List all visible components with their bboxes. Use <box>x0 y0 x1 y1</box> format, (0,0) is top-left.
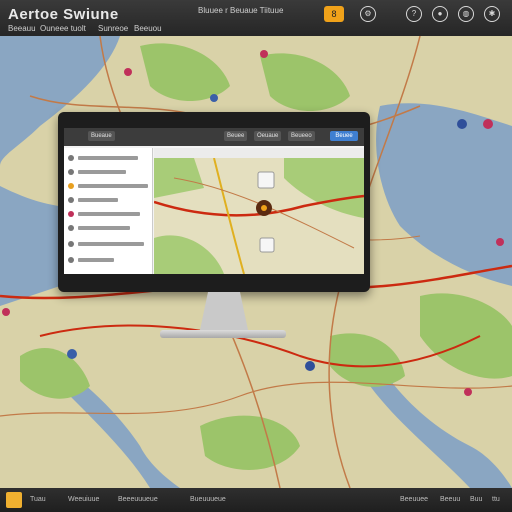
list-item[interactable] <box>68 210 148 218</box>
toolbar-center-text: Bluuee r Beuaue Tiituue <box>198 6 284 15</box>
notification-badge[interactable]: 8 <box>324 6 344 22</box>
screen-tab-1[interactable]: Bueaue <box>88 131 115 141</box>
monitor-base <box>160 330 286 338</box>
toolbar-link-3[interactable]: Sunreoe <box>98 24 128 33</box>
pin-icon <box>68 257 74 263</box>
bottom-item-2[interactable]: Weeuiuue <box>68 496 99 503</box>
pin-icon <box>68 241 74 247</box>
bottom-item-7[interactable]: Buu <box>470 496 482 503</box>
bottom-item-1[interactable]: Tuau <box>30 496 46 503</box>
settings-icon[interactable]: ✱ <box>484 6 500 22</box>
list-item[interactable] <box>68 182 148 190</box>
pin-icon <box>68 225 74 231</box>
pin-icon <box>68 183 74 189</box>
folder-icon[interactable] <box>6 492 22 508</box>
result-list <box>64 148 153 274</box>
toolbar-link-2[interactable]: Ouneee tuolt <box>40 24 86 33</box>
screen-map[interactable] <box>154 158 364 274</box>
bottom-item-5[interactable]: Beeuuee <box>400 496 428 503</box>
list-item[interactable] <box>68 196 148 204</box>
monitor-stand <box>200 292 248 330</box>
screen-tab-2[interactable]: Beuee <box>224 131 248 141</box>
list-item[interactable] <box>68 224 148 232</box>
pin-icon <box>68 155 74 161</box>
globe-icon[interactable]: ◍ <box>458 6 474 22</box>
list-item[interactable] <box>68 154 148 162</box>
pin-icon <box>68 197 74 203</box>
toolbar-link-4[interactable]: Beeuou <box>134 24 162 33</box>
gear-icon[interactable]: ⚙ <box>360 6 376 22</box>
app-title: Aertoe Swiune <box>8 6 119 23</box>
screen-action-button[interactable]: Beuee <box>330 131 358 141</box>
bottom-item-3[interactable]: Beeeuuueue <box>118 496 158 503</box>
bottom-item-4[interactable]: Bueuuueue <box>190 496 226 503</box>
bottom-item-8[interactable]: ttu <box>492 496 500 503</box>
list-item[interactable] <box>68 240 148 248</box>
screen-tab-4[interactable]: Beueeo <box>288 131 315 141</box>
pin-icon <box>68 169 74 175</box>
list-item[interactable] <box>68 256 148 264</box>
list-item[interactable] <box>68 168 148 176</box>
pin-icon <box>68 211 74 217</box>
bottom-item-6[interactable]: Beeuu <box>440 496 460 503</box>
user-icon[interactable]: ● <box>432 6 448 22</box>
screen-tab-3[interactable]: Oeuaue <box>254 131 282 141</box>
toolbar-link-1[interactable]: Beeauu <box>8 24 36 33</box>
help-icon[interactable]: ? <box>406 6 422 22</box>
